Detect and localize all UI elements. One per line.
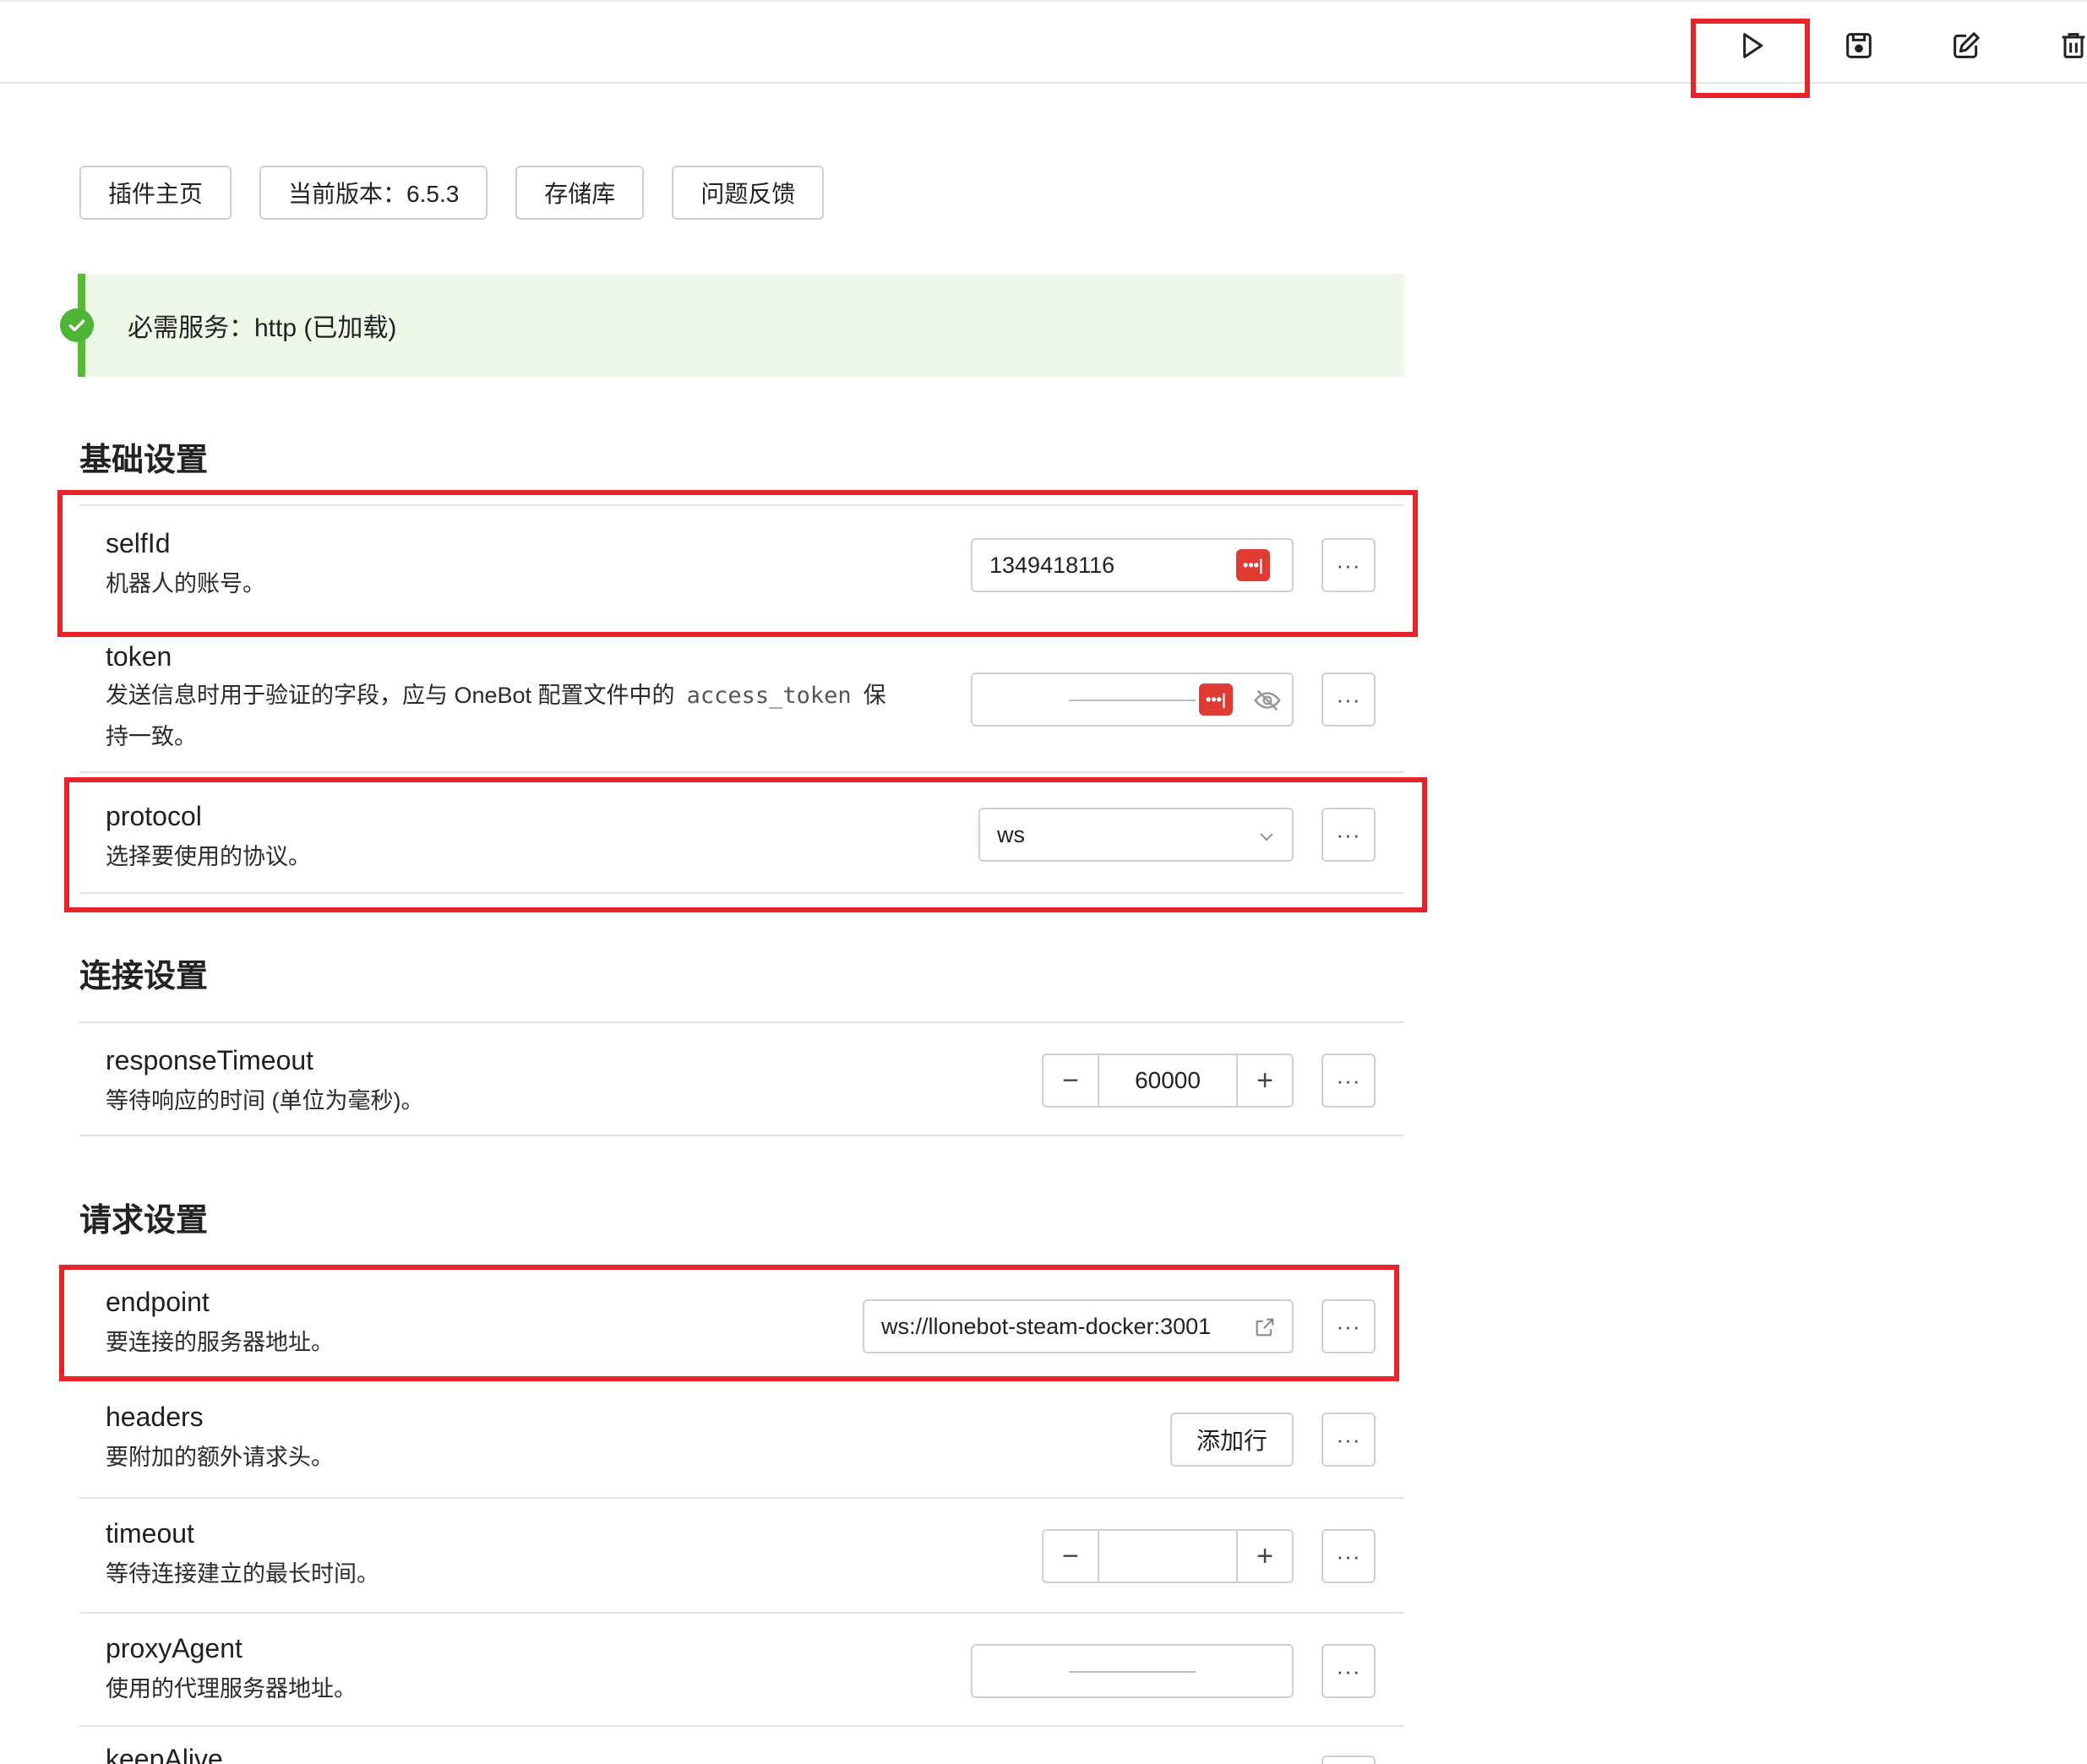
- field-description: 机器人的账号。: [106, 571, 265, 596]
- section-basic-title: 基础设置: [79, 443, 209, 478]
- delete-button[interactable]: [2048, 20, 2087, 71]
- decrement-button[interactable]: −: [1044, 1055, 1099, 1106]
- field-protocol: protocol 选择要使用的协议。 ws ···: [79, 771, 1404, 892]
- token-input[interactable]: •••|: [971, 672, 1294, 727]
- decrement-button[interactable]: −: [1044, 1531, 1099, 1582]
- play-icon: [1743, 33, 1763, 58]
- field-name: proxyAgent: [106, 1633, 242, 1663]
- edit-icon: [1953, 32, 1980, 58]
- token-more-button[interactable]: ···: [1321, 672, 1376, 727]
- divider: [79, 892, 1404, 894]
- feedback-button[interactable]: 问题反馈: [672, 166, 825, 220]
- eye-off-icon[interactable]: [1253, 686, 1282, 715]
- trash-icon: [2062, 33, 2085, 58]
- notice-text: 必需服务：http (已加载): [128, 314, 397, 342]
- field-response-timeout: responseTimeout 等待响应的时间 (单位为毫秒)。 − 60000…: [79, 1021, 1404, 1136]
- field-endpoint: endpoint 要连接的服务器地址。 ws://llonebot-steam-…: [79, 1267, 1404, 1382]
- response-timeout-stepper[interactable]: − 60000 +: [1042, 1054, 1294, 1108]
- save-icon: [1846, 33, 1872, 58]
- run-button[interactable]: [1726, 20, 1777, 71]
- field-token: token 发送信息时用于验证的字段，应与 OneBot 配置文件中的 acces…: [79, 619, 1404, 771]
- increment-button[interactable]: +: [1236, 1055, 1292, 1106]
- field-description: 选择要使用的协议。: [106, 844, 311, 869]
- selfid-value: 1349418116: [989, 552, 1115, 578]
- endpoint-more-button[interactable]: ···: [1321, 1299, 1376, 1353]
- field-description: 等待响应的时间 (单位为毫秒)。: [106, 1088, 424, 1113]
- edit-button[interactable]: [1941, 20, 1992, 71]
- proxy-agent-more-button[interactable]: ···: [1321, 1644, 1376, 1698]
- field-proxy-agent: proxyAgent 使用的代理服务器地址。 ···: [79, 1612, 1404, 1727]
- keep-alive-more-button[interactable]: [1321, 1756, 1376, 1764]
- increment-button[interactable]: +: [1236, 1531, 1292, 1582]
- repository-button[interactable]: 存储库: [515, 166, 645, 220]
- selfid-more-button[interactable]: ···: [1321, 538, 1376, 592]
- protocol-value: ws: [997, 821, 1025, 847]
- timeout-more-button[interactable]: ···: [1321, 1529, 1376, 1583]
- field-selfid: selfId 机器人的账号。 1349418116 •••| ···: [79, 504, 1404, 619]
- empty-placeholder-line: [1069, 700, 1196, 701]
- check-circle-icon: [60, 308, 94, 342]
- code-access-token: access_token: [686, 683, 852, 709]
- field-name: keepAlive: [106, 1744, 223, 1764]
- field-description: 要连接的服务器地址。: [106, 1330, 334, 1355]
- field-description: 等待连接建立的最长时间。: [106, 1561, 379, 1587]
- field-name: selfId: [106, 528, 171, 558]
- empty-placeholder-line: [1069, 1671, 1196, 1673]
- field-timeout: timeout 等待连接建立的最长时间。 − + ···: [79, 1497, 1404, 1612]
- password-manager-icon[interactable]: •••|: [1199, 683, 1233, 716]
- timeout-stepper[interactable]: − +: [1042, 1529, 1294, 1583]
- proxy-agent-input[interactable]: [971, 1644, 1294, 1698]
- endpoint-value: ws://llonebot-steam-docker:3001: [881, 1313, 1212, 1339]
- field-headers: headers 要附加的额外请求头。 添加行 ···: [79, 1382, 1404, 1497]
- section-connection-title: 连接设置: [79, 959, 209, 994]
- protocol-select[interactable]: ws: [978, 808, 1294, 862]
- version-button[interactable]: 当前版本：6.5.3: [259, 166, 488, 220]
- chevron-down-icon: [1260, 833, 1273, 841]
- field-name: headers: [106, 1402, 204, 1432]
- endpoint-input[interactable]: ws://llonebot-steam-docker:3001: [863, 1299, 1294, 1353]
- response-timeout-more-button[interactable]: ···: [1321, 1054, 1376, 1108]
- field-name: protocol: [106, 801, 202, 831]
- field-name: timeout: [106, 1518, 194, 1549]
- plugin-links: 插件主页 当前版本：6.5.3 存储库 问题反馈: [79, 166, 825, 220]
- save-button[interactable]: [1834, 20, 1884, 71]
- field-name: token: [106, 641, 172, 672]
- headers-more-button[interactable]: ···: [1321, 1413, 1376, 1467]
- external-link-icon[interactable]: [1253, 1315, 1277, 1339]
- add-row-button[interactable]: 添加行: [1170, 1413, 1294, 1467]
- service-notice: 必需服务：http (已加载): [60, 274, 1404, 377]
- plugin-home-button[interactable]: 插件主页: [79, 166, 232, 220]
- timeout-value[interactable]: [1099, 1531, 1236, 1582]
- password-manager-icon[interactable]: •••|: [1236, 549, 1270, 581]
- response-timeout-value[interactable]: 60000: [1099, 1055, 1236, 1106]
- field-description: 使用的代理服务器地址。: [106, 1676, 357, 1701]
- toolbar: [0, 0, 2087, 84]
- section-request-title: 请求设置: [79, 1203, 209, 1239]
- selfid-input[interactable]: 1349418116 •••|: [971, 538, 1294, 592]
- field-description: 发送信息时用于验证的字段，应与 OneBot 配置文件中的 access_toke…: [106, 683, 886, 749]
- field-name: responseTimeout: [106, 1045, 314, 1075]
- protocol-more-button[interactable]: ···: [1321, 808, 1376, 862]
- field-name: endpoint: [106, 1287, 210, 1317]
- field-description: 要附加的额外请求头。: [106, 1445, 334, 1470]
- field-keep-alive: keepAlive: [79, 1727, 1404, 1764]
